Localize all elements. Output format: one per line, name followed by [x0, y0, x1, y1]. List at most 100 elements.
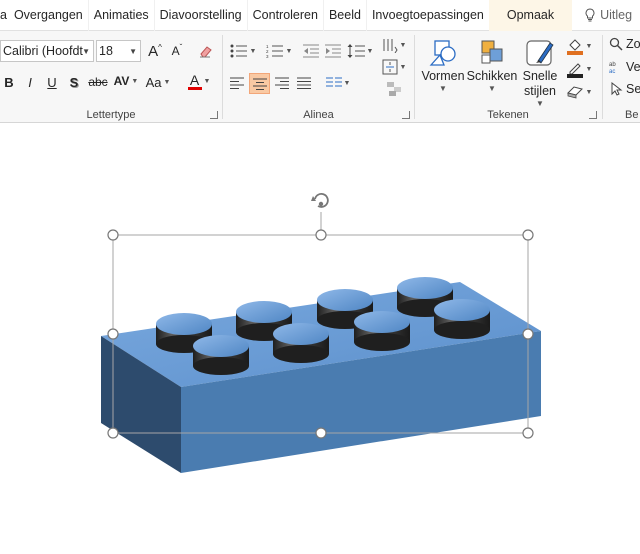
- paint-bucket-icon: [566, 39, 583, 55]
- chevron-down-icon: ▼: [366, 47, 374, 55]
- align-right-icon: [275, 77, 289, 89]
- resize-handle-middle-right[interactable]: [522, 328, 534, 340]
- resize-handle-bottom-left[interactable]: [107, 427, 119, 439]
- find-label: Zo: [626, 37, 640, 51]
- font-color-bar: [187, 86, 202, 90]
- resize-handle-top-middle[interactable]: [315, 229, 327, 241]
- chevron-down-icon: ▼: [249, 47, 257, 55]
- font-size-value: 18: [99, 44, 113, 58]
- numbering-button[interactable]: 123 ▼: [263, 41, 295, 61]
- align-center-icon: [252, 78, 267, 90]
- group-label-alinea: Alinea: [303, 109, 334, 121]
- slide-canvas[interactable]: [0, 124, 640, 554]
- align-center-button[interactable]: [249, 73, 270, 94]
- brick-stud: [434, 299, 490, 339]
- arrange-label: Schikken: [466, 69, 518, 83]
- smartart-icon: [387, 82, 401, 96]
- shapes-button[interactable]: Vormen ▼: [419, 35, 467, 93]
- arrange-button[interactable]: Schikken ▼: [467, 35, 517, 93]
- tab-opmaak[interactable]: Opmaak: [488, 0, 573, 31]
- shape-fill-button[interactable]: ▼: [563, 35, 595, 57]
- svg-text:ac: ac: [609, 69, 615, 74]
- resize-handle-top-left[interactable]: [107, 229, 119, 241]
- align-text-button[interactable]: ▼: [379, 57, 409, 77]
- columns-button[interactable]: ▼: [323, 73, 353, 93]
- character-spacing-button[interactable]: AV ▼: [110, 69, 142, 93]
- shape-effects-icon: [566, 86, 583, 99]
- chevron-down-icon: ▼: [203, 77, 211, 85]
- smartart-button[interactable]: [379, 79, 409, 99]
- text-shadow-button[interactable]: S: [66, 71, 82, 93]
- svg-text:ab: ab: [609, 62, 616, 68]
- tab-diavoorstelling[interactable]: Diavoorstelling: [155, 0, 248, 31]
- numbered-list-icon: 123: [266, 44, 283, 58]
- align-text-icon: [382, 59, 398, 75]
- grow-font-button[interactable]: A ^: [146, 41, 164, 61]
- rotate-handle[interactable]: [311, 193, 329, 208]
- dialog-launcher-tekenen[interactable]: [589, 111, 597, 119]
- brick-stud: [354, 311, 410, 351]
- dialog-launcher-alinea[interactable]: [402, 111, 410, 119]
- quick-styles-label-1: Snelle: [522, 69, 558, 83]
- text-direction-button[interactable]: ▼: [379, 35, 409, 55]
- tell-me-box[interactable]: Uitleg: [572, 0, 637, 31]
- decrease-indent-button[interactable]: [301, 41, 321, 61]
- resize-handle-bottom-middle[interactable]: [315, 427, 327, 439]
- line-spacing-button[interactable]: ▼: [345, 41, 375, 61]
- tab-overgangen[interactable]: Overgangen: [9, 0, 89, 31]
- replace-button[interactable]: ab ac Ve: [609, 60, 640, 74]
- select-label: Se: [626, 82, 640, 96]
- chevron-down-icon: ▼: [285, 47, 293, 55]
- quick-styles-button[interactable]: Snelle stijlen ▼: [517, 35, 563, 108]
- chevron-down-icon: ▼: [439, 84, 447, 93]
- bullets-button[interactable]: ▼: [227, 41, 259, 61]
- ribbon: Calibri (Hoofdt ▼ 18 ▼ A ^ Aˇ B I U S abc: [0, 31, 640, 123]
- chevron-down-icon: ▼: [488, 84, 496, 93]
- font-color-button[interactable]: A ▼: [182, 69, 216, 93]
- italic-button[interactable]: I: [22, 71, 38, 93]
- tab-beeld[interactable]: Beeld: [324, 0, 367, 31]
- chevron-down-icon: ▼: [163, 78, 171, 86]
- tab-controleren[interactable]: Controleren: [248, 0, 324, 31]
- select-button[interactable]: Se: [609, 82, 640, 96]
- shape-outline-button[interactable]: ▼: [563, 58, 595, 80]
- group-tekenen: Vormen ▼ Schikken ▼ Snelle stijlen ▼ ▼ ▼…: [415, 31, 601, 123]
- chevron-down-icon: ▼: [585, 65, 593, 73]
- chevron-down-icon: ▼: [399, 41, 407, 49]
- replace-label: Ve: [626, 60, 640, 74]
- find-button[interactable]: Zo: [609, 37, 640, 51]
- font-name-combo[interactable]: Calibri (Hoofdt ▼: [0, 40, 94, 62]
- dialog-launcher-lettertype[interactable]: [210, 111, 218, 119]
- resize-handle-top-right[interactable]: [522, 229, 534, 241]
- resize-handle-middle-left[interactable]: [107, 328, 119, 340]
- tab-invoegtoepassingen[interactable]: Invoegtoepassingen: [367, 0, 489, 31]
- chevron-down-icon: ▼: [585, 42, 593, 50]
- tab-animaties[interactable]: Animaties: [89, 0, 155, 31]
- resize-handle-bottom-right[interactable]: [522, 427, 534, 439]
- clear-formatting-button[interactable]: [196, 41, 216, 61]
- lego-brick[interactable]: [101, 277, 541, 473]
- justify-button[interactable]: [294, 73, 314, 93]
- bold-button[interactable]: B: [1, 71, 17, 93]
- group-label-tekenen: Tekenen: [487, 109, 529, 121]
- brick-stud: [273, 323, 329, 363]
- lightbulb-icon: [585, 8, 595, 22]
- shape-effects-button[interactable]: ▼: [563, 81, 595, 103]
- strikethrough-button[interactable]: abc: [86, 71, 110, 93]
- underline-button[interactable]: U: [44, 71, 60, 93]
- font-name-value: Calibri (Hoofdt: [3, 44, 83, 58]
- justify-icon: [297, 77, 311, 89]
- change-case-button[interactable]: Aa ▼: [143, 71, 173, 93]
- align-left-button[interactable]: [227, 73, 247, 93]
- quick-styles-label-2: stijlen: [524, 84, 556, 98]
- chevron-down-icon: ▼: [82, 47, 90, 56]
- align-right-button[interactable]: [272, 73, 292, 93]
- chevron-down-icon: ▼: [536, 99, 544, 108]
- increase-indent-button[interactable]: [323, 41, 343, 61]
- decrease-indent-icon: [303, 44, 319, 58]
- shrink-font-button[interactable]: Aˇ: [168, 41, 186, 61]
- shapes-icon: [429, 40, 456, 66]
- tab-partial[interactable]: a: [0, 0, 9, 31]
- group-alinea: ▼ 123 ▼ ▼ ▼ ▼ ▼ Alinea: [223, 31, 414, 123]
- font-size-combo[interactable]: 18 ▼: [96, 40, 141, 62]
